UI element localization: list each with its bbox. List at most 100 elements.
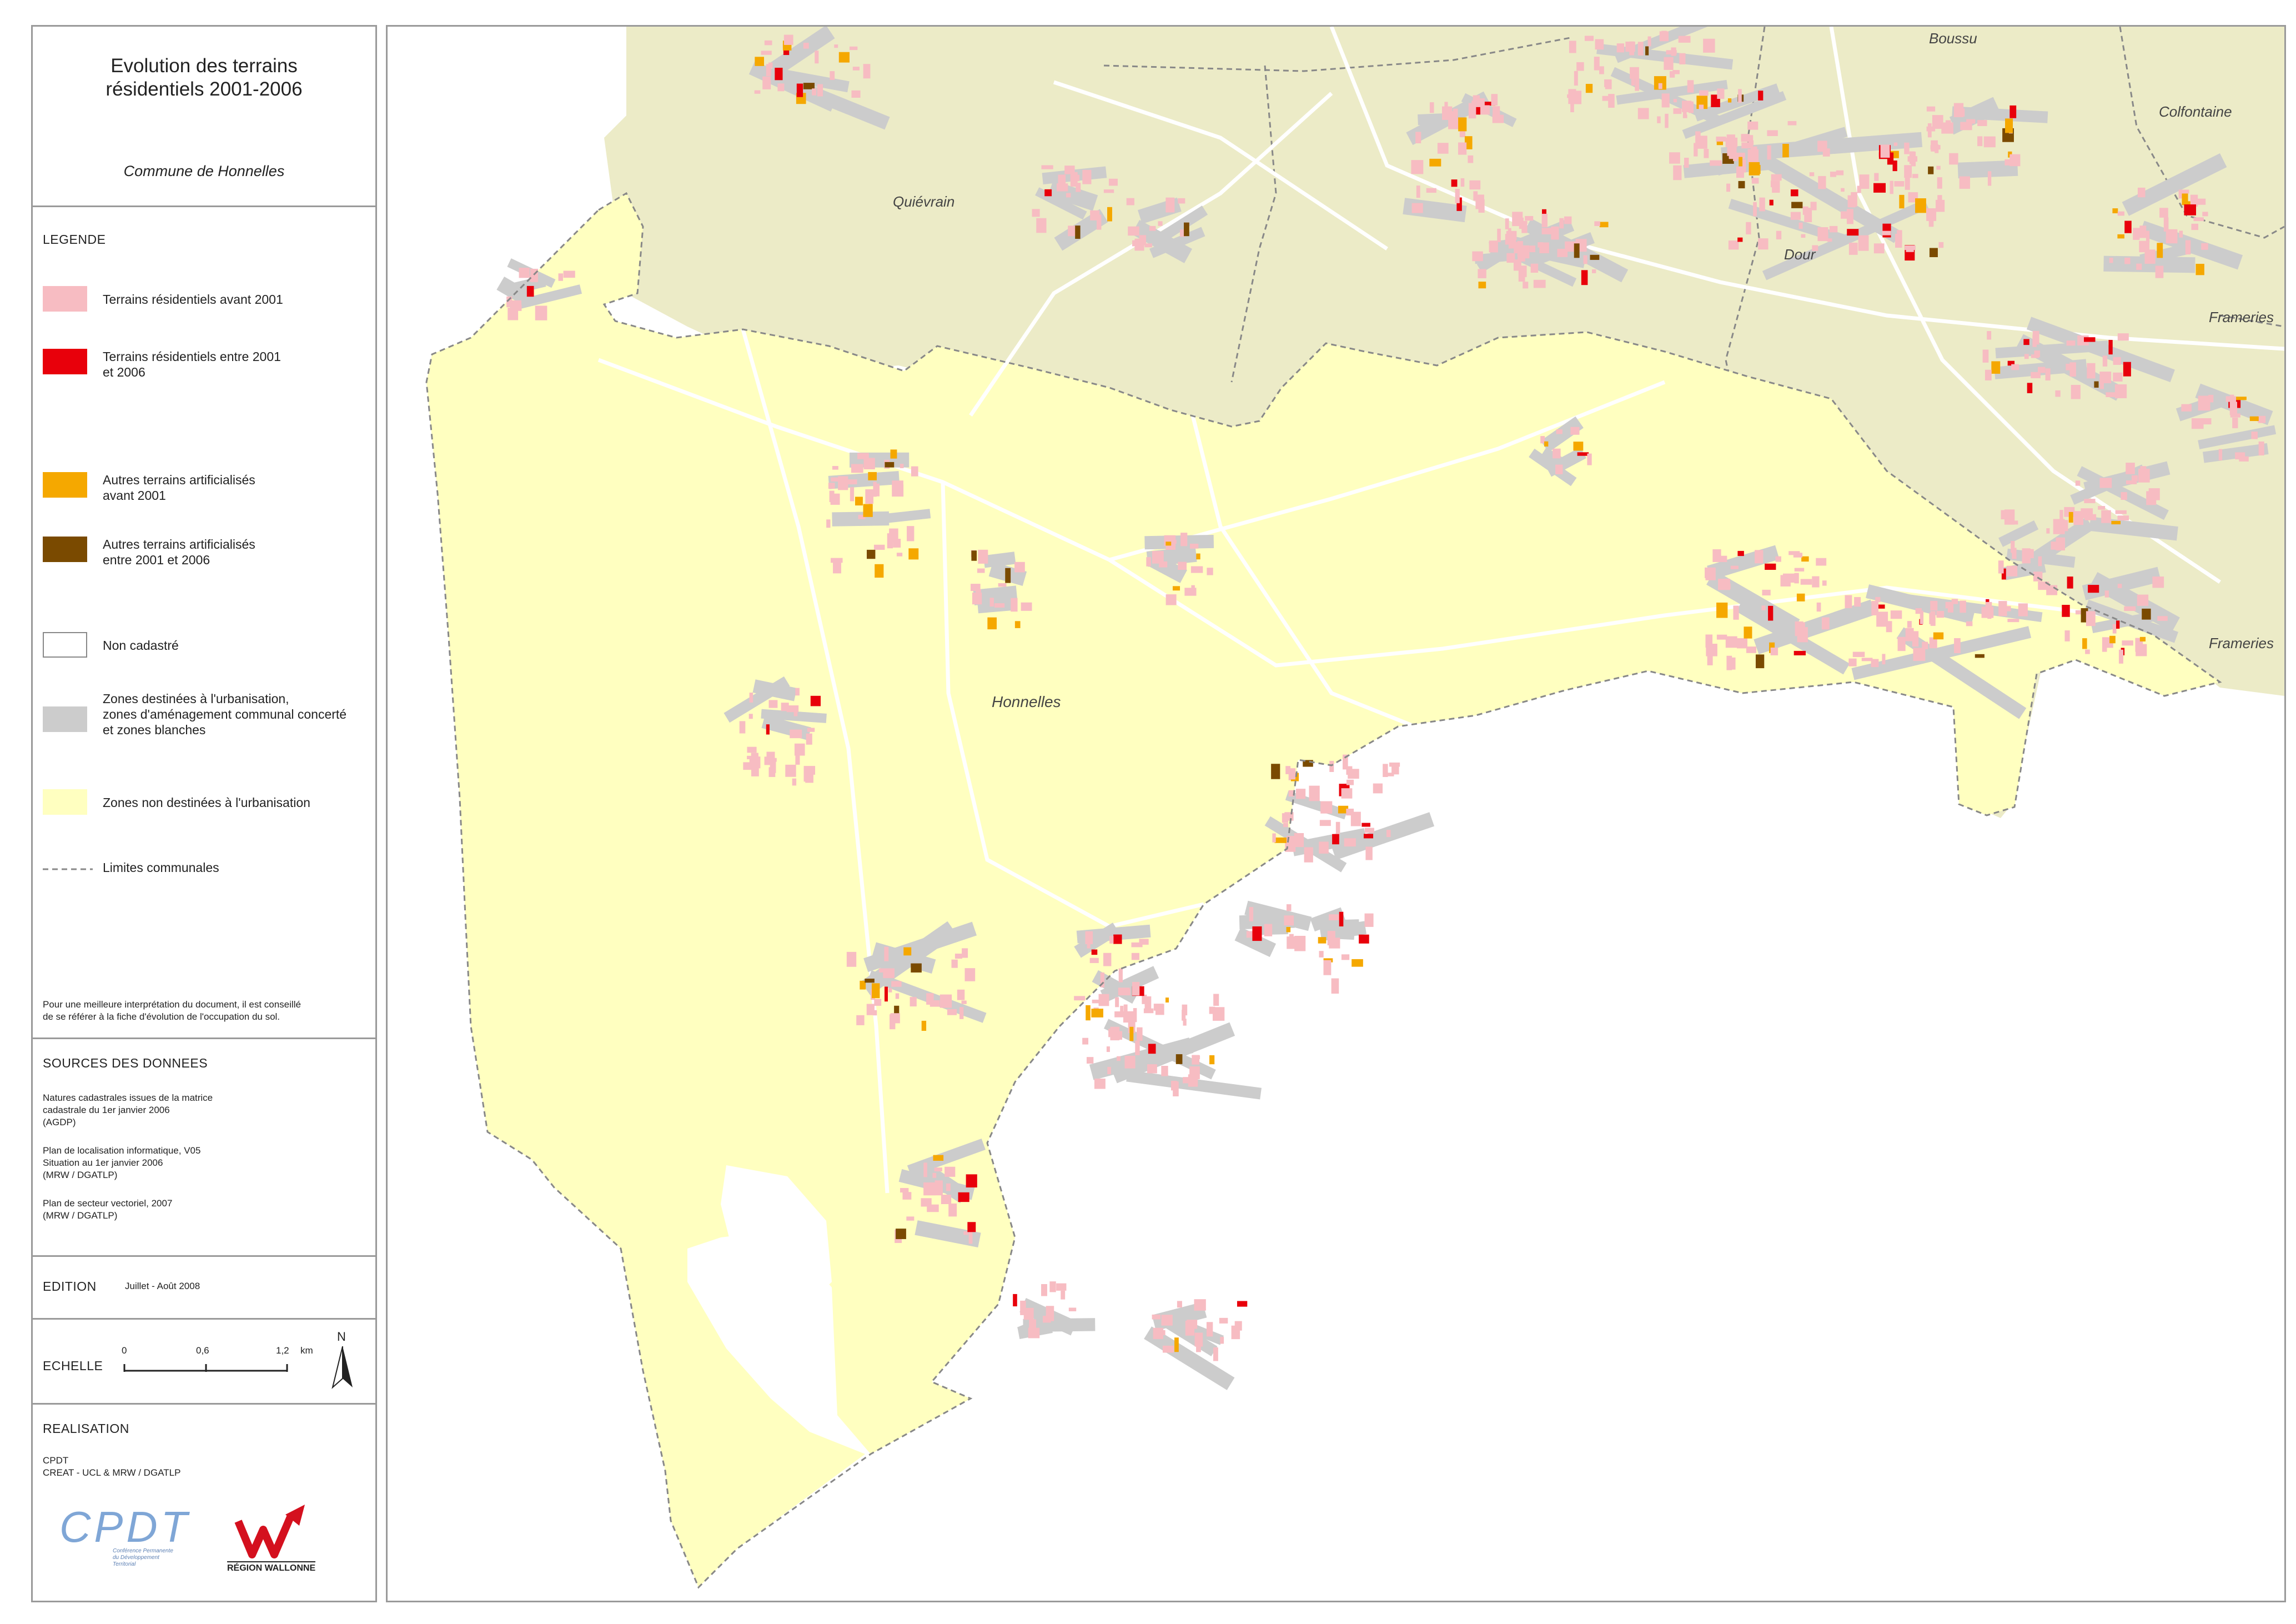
parcel — [1738, 89, 1742, 103]
parcel — [766, 64, 771, 76]
sources-heading: SOURCES DES DONNEES — [43, 1056, 208, 1070]
parcel — [1117, 1056, 1121, 1061]
parcel — [903, 947, 912, 956]
map-title-line1: Evolution des terrains — [110, 55, 298, 77]
parcel — [2229, 402, 2238, 415]
legend-swatch-artificial-new — [43, 537, 87, 562]
parcel — [1647, 36, 1651, 47]
commune-name: Commune de Honnelles — [123, 163, 285, 179]
parcel — [1841, 188, 1845, 192]
parcel — [863, 504, 873, 517]
parcel — [1373, 783, 1383, 794]
parcel — [1188, 1074, 1198, 1087]
parcel — [1213, 1347, 1218, 1361]
parcel — [1352, 959, 1363, 967]
parcel — [900, 464, 904, 468]
parcel — [1341, 788, 1353, 799]
parcel — [831, 477, 839, 482]
parcel — [1066, 193, 1071, 198]
parcel — [1491, 94, 1498, 106]
parcel — [2179, 230, 2183, 238]
map-frame: Boussu Colfontaine Quiévrain Dour Framer… — [386, 25, 2286, 1602]
parcel — [1086, 1005, 1091, 1021]
parcel — [1987, 171, 1992, 186]
legend-swatch-urban-zone — [43, 706, 87, 732]
parcel — [1816, 602, 1821, 612]
parcel — [1365, 846, 1373, 860]
parcel — [2064, 630, 2070, 641]
parcel — [1529, 245, 1536, 253]
parcel — [1747, 149, 1759, 164]
parcel — [1147, 1064, 1157, 1074]
parcel — [1411, 203, 1423, 213]
parcel — [2038, 556, 2042, 567]
legend-heading: LEGENDE — [43, 232, 106, 247]
parcel — [1426, 188, 1436, 193]
parcel — [865, 979, 875, 983]
parcel — [1790, 212, 1801, 220]
parcel — [1716, 555, 1727, 563]
parcel — [872, 1010, 877, 1016]
map-label-colfontaine: Colfontaine — [2159, 103, 2232, 120]
parcel — [1984, 369, 1992, 380]
parcel — [2178, 189, 2189, 194]
parcel — [2159, 208, 2168, 218]
realisation-line2: CREAT - UCL & MRW / DGATLP — [43, 1467, 181, 1478]
parcel — [1415, 132, 1421, 144]
parcel — [1304, 847, 1313, 863]
scale-tick-2: 1,2 — [276, 1345, 289, 1356]
parcel — [2157, 616, 2168, 621]
parcel — [1821, 617, 1830, 630]
parcel — [1817, 227, 1828, 242]
parcel — [2258, 415, 2266, 423]
parcel — [1981, 607, 1994, 618]
parcel — [1645, 46, 1649, 56]
parcel — [1945, 602, 1952, 609]
parcel — [2124, 606, 2136, 611]
parcel — [1749, 162, 1760, 176]
parcel — [1158, 221, 1163, 226]
parcel — [1767, 145, 1771, 160]
parcel — [1056, 183, 1068, 192]
parcel — [1938, 242, 1944, 248]
parcel — [1448, 118, 1460, 129]
parcel — [1800, 579, 1812, 585]
parcel — [1812, 576, 1820, 588]
parcel — [846, 951, 857, 967]
parcel — [1661, 93, 1670, 108]
parcel — [2007, 520, 2018, 525]
parcel — [850, 487, 855, 502]
parcel — [1468, 103, 1476, 119]
parcel — [1271, 764, 1280, 779]
parcel — [1132, 982, 1140, 996]
north-label: N — [337, 1330, 346, 1344]
parcel — [1553, 448, 1561, 459]
parcel — [1599, 222, 1609, 228]
parcel — [891, 981, 902, 987]
parcel — [1108, 178, 1118, 186]
parcel — [2098, 506, 2106, 510]
parcel — [1165, 197, 1175, 213]
parcel — [1845, 595, 1852, 608]
parcel — [1570, 427, 1580, 435]
parcel — [1520, 265, 1527, 277]
parcel — [947, 1009, 957, 1015]
parcel — [2191, 223, 2199, 230]
parcel — [815, 51, 819, 64]
parcel — [1818, 176, 1826, 189]
parcel — [1882, 223, 1891, 238]
parcel — [2118, 649, 2123, 664]
parcel — [1086, 1057, 1094, 1064]
parcel — [1364, 828, 1374, 833]
title-block: Evolution des terrains résidentiels 2001… — [33, 27, 375, 205]
parcel — [833, 562, 841, 574]
parcel — [1699, 104, 1704, 109]
parcel — [812, 88, 817, 96]
parcel — [2111, 520, 2121, 525]
parcel — [1904, 165, 1912, 178]
parcel — [994, 603, 1005, 608]
parcel — [998, 583, 1007, 587]
parcel — [1331, 978, 1339, 994]
parcel — [1577, 452, 1589, 456]
parcel — [1144, 243, 1152, 248]
